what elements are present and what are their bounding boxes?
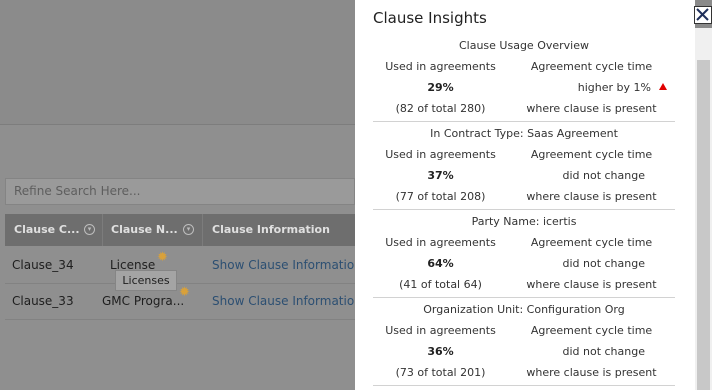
- clause-present-note: where clause is present: [526, 366, 657, 379]
- clause-insights-panel: Clause Insights Clause Usage Overview Us…: [355, 0, 695, 390]
- clause-code-cell: Clause_33: [12, 294, 74, 308]
- sun-icon: ✹: [179, 285, 190, 300]
- section-divider: [373, 121, 675, 122]
- background-page: Refine Search Here... Clause C... ▾ Clau…: [0, 0, 362, 390]
- clause-present-note: where clause is present: [526, 190, 657, 203]
- filter-icon[interactable]: ▾: [84, 224, 95, 235]
- agreement-cycle-time-label: Agreement cycle time: [530, 60, 653, 73]
- clause-table-header: Clause C... ▾ Clause N... ▾ Clause Infor…: [5, 214, 355, 246]
- usage-count: (77 of total 208): [395, 190, 486, 203]
- insight-section: In Contract Type: Saas Agreement Used in…: [373, 124, 675, 207]
- cycle-time-text: higher by 1%: [577, 81, 651, 94]
- usage-percent: 64%: [427, 257, 454, 270]
- used-in-agreements-label: Used in agreements: [385, 60, 496, 73]
- cycle-time-value: did not change: [562, 257, 645, 270]
- usage-percent: 29%: [427, 81, 454, 94]
- background-header-area: [0, 0, 355, 125]
- agreement-cycle-time-label: Agreement cycle time: [530, 324, 653, 337]
- close-x-icon: [696, 8, 709, 21]
- agreement-cycle-time-label: Agreement cycle time: [530, 236, 653, 249]
- agreement-cycle-time-label: Agreement cycle time: [530, 148, 653, 161]
- usage-count: (82 of total 280): [395, 102, 486, 115]
- column-divider: [202, 214, 203, 246]
- column-header-clause-information[interactable]: Clause Information: [212, 214, 330, 246]
- section-divider: [373, 385, 675, 386]
- filter-icon[interactable]: ▾: [183, 224, 194, 235]
- panel-title: Clause Insights: [373, 9, 487, 27]
- section-title: In Contract Type: Saas Agreement: [430, 127, 618, 140]
- section-title: Party Name: icertis: [471, 215, 577, 228]
- trend-up-icon: [659, 83, 667, 90]
- section-divider: [373, 209, 675, 210]
- insight-section: Party Name: icertis Used in agreements A…: [373, 212, 675, 295]
- insight-section: Organization Unit: Configuration Org Use…: [373, 300, 675, 383]
- show-clause-information-link[interactable]: Show Clause Information: [212, 283, 362, 319]
- table-row[interactable]: Clause_33 GMC Progra... ✹ Show Clause In…: [5, 283, 362, 319]
- usage-count: (73 of total 201): [395, 366, 486, 379]
- sun-icon: ✹: [157, 250, 168, 265]
- refine-search-input[interactable]: Refine Search Here...: [5, 178, 355, 205]
- clause-present-note: where clause is present: [526, 102, 657, 115]
- clause-present-note: where clause is present: [526, 278, 657, 291]
- close-button[interactable]: [694, 6, 712, 24]
- cycle-time-value: did not change: [562, 169, 645, 182]
- clause-code-cell: Clause_34: [12, 258, 74, 272]
- window-edge: [712, 0, 720, 390]
- show-clause-information-link[interactable]: Show Clause Information: [212, 247, 362, 283]
- insight-section: Clause Usage Overview Used in agreements…: [373, 36, 675, 119]
- usage-percent: 37%: [427, 169, 454, 182]
- section-title: Organization Unit: Configuration Org: [423, 303, 625, 316]
- column-divider: [102, 214, 103, 246]
- used-in-agreements-label: Used in agreements: [385, 148, 496, 161]
- row-divider: [5, 319, 355, 320]
- used-in-agreements-label: Used in agreements: [385, 324, 496, 337]
- section-divider: [373, 297, 675, 298]
- cycle-time-value: did not change: [562, 345, 645, 358]
- divider: [0, 124, 355, 125]
- column-header-clause-code[interactable]: Clause C...: [14, 214, 80, 246]
- tooltip: Licenses: [115, 270, 177, 291]
- usage-count: (41 of total 64): [399, 278, 482, 291]
- used-in-agreements-label: Used in agreements: [385, 236, 496, 249]
- section-title: Clause Usage Overview: [458, 39, 589, 52]
- column-header-clause-name[interactable]: Clause N...: [111, 214, 178, 246]
- panel-scrollbar-thumb[interactable]: [697, 60, 710, 390]
- cycle-time-value: higher by 1%: [508, 77, 675, 98]
- usage-percent: 36%: [427, 345, 454, 358]
- table-row[interactable]: Clause_34 License ✹ Show Clause Informat…: [5, 247, 362, 283]
